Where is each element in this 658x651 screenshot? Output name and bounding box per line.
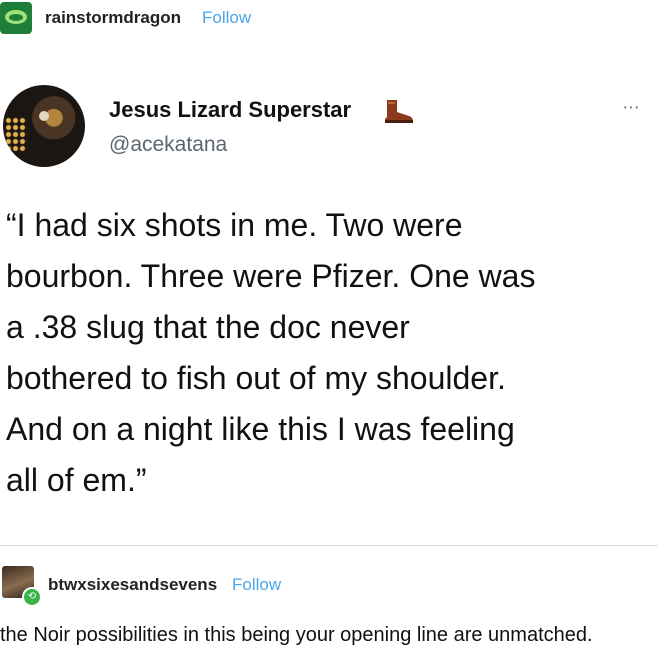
tweet-line: And on a night like this I was feeling [6, 411, 515, 447]
dragon-icon-detail [9, 14, 23, 21]
tweet-line: a .38 slug that the doc never [6, 309, 410, 345]
tweet-avatar[interactable] [3, 85, 85, 167]
follow-button[interactable]: Follow [202, 8, 251, 28]
boot-icon [385, 100, 413, 123]
avatar-mic [39, 111, 49, 121]
tweet-display-name[interactable]: Jesus Lizard Superstar [109, 97, 351, 123]
tweet-line: bourbon. Three were Pfizer. One was [6, 258, 536, 294]
tweet-line: bothered to fish out of my shoulder. [6, 360, 506, 396]
avatar-lights [5, 117, 27, 151]
reblog-icon: ⟲ [22, 587, 42, 607]
divider [0, 545, 658, 546]
more-horizontal-icon[interactable]: ··· [622, 96, 640, 119]
tweet-text: “I had six shots in me. Two were bourbon… [6, 200, 656, 506]
post-header: rainstormdragon Follow [0, 0, 658, 36]
blog-avatar[interactable] [0, 2, 32, 34]
tweet-line: “I had six shots in me. Two were [6, 207, 463, 243]
tweet-line: all of em.” [6, 462, 147, 498]
reblogger-username[interactable]: btwxsixesandsevens [48, 575, 217, 595]
reblog-comment: the Noir possibilities in this being you… [0, 624, 593, 646]
reblogger-follow-button[interactable]: Follow [232, 575, 281, 595]
blog-username[interactable]: rainstormdragon [45, 8, 181, 28]
tweet-handle[interactable]: @acekatana [109, 133, 227, 157]
